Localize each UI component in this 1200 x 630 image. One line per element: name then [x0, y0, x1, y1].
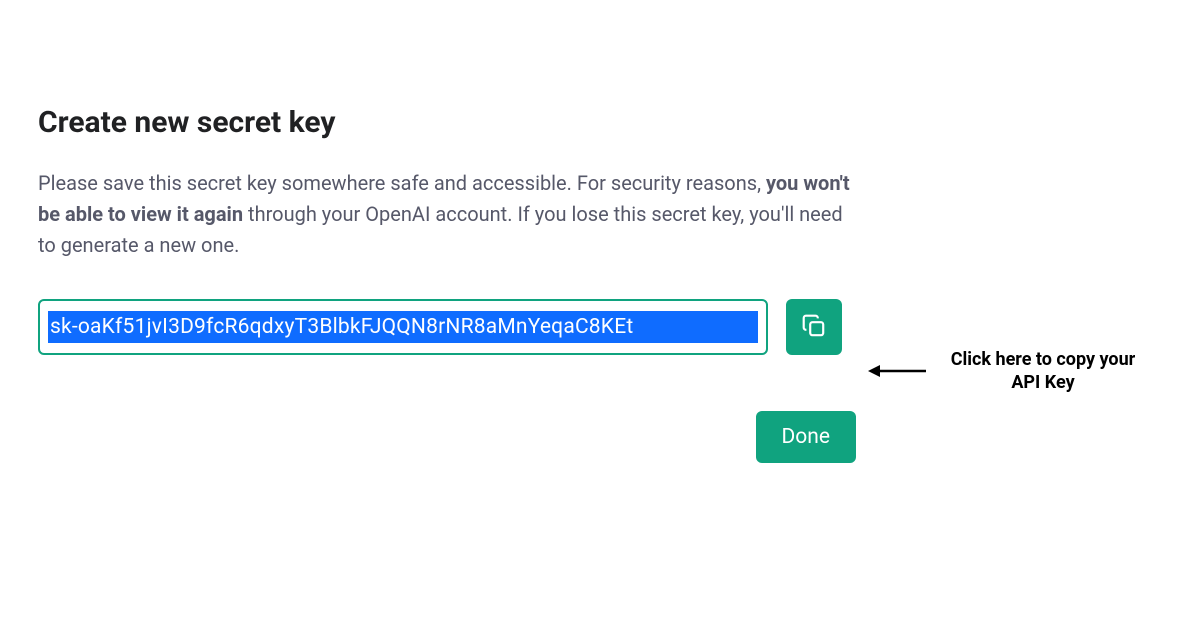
done-button[interactable]: Done: [756, 411, 857, 463]
copy-button[interactable]: [786, 299, 842, 355]
arrow-left-icon: [868, 359, 928, 383]
description-pre: Please save this secret key somewhere sa…: [38, 171, 766, 195]
api-key-row: [38, 299, 858, 355]
api-key-input-wrap: [38, 299, 768, 355]
copy-annotation: Click here to copy your API Key: [868, 348, 1148, 395]
copy-icon: [801, 313, 827, 342]
done-row: Done: [38, 411, 856, 463]
api-key-input[interactable]: [48, 311, 758, 343]
dialog-description: Please save this secret key somewhere sa…: [38, 168, 858, 261]
create-secret-key-dialog: Create new secret key Please save this s…: [38, 105, 858, 463]
dialog-title: Create new secret key: [38, 105, 858, 140]
annotation-text: Click here to copy your API Key: [938, 348, 1148, 395]
